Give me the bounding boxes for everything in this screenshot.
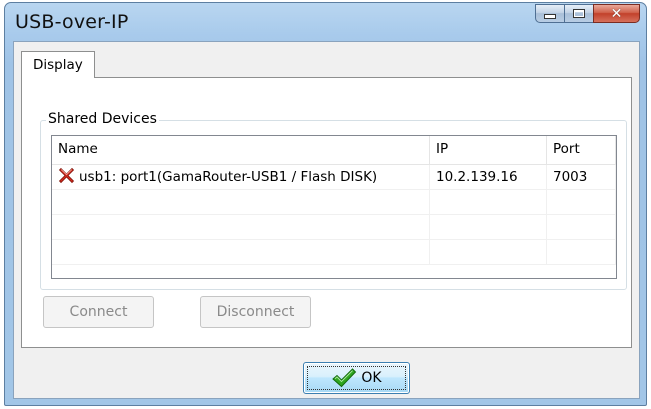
empty-row	[52, 215, 616, 240]
empty-cell	[430, 240, 547, 264]
column-header-ip[interactable]: IP	[430, 136, 547, 164]
empty-row	[52, 240, 616, 265]
empty-cell	[52, 215, 430, 239]
column-header-name[interactable]: Name	[52, 136, 430, 164]
empty-cell	[547, 190, 616, 214]
window-title: USB-over-IP	[15, 11, 129, 33]
empty-cell	[52, 190, 430, 214]
connect-button[interactable]: Connect	[43, 296, 154, 328]
close-button[interactable]: ✕	[593, 4, 640, 23]
column-header-port[interactable]: Port	[547, 136, 616, 164]
empty-cell	[547, 240, 616, 264]
device-port-cell: 7003	[547, 165, 616, 189]
tab-display[interactable]: Display	[21, 51, 95, 78]
device-name-cell: usb1: port1(GamaRouter-USB1 / Flash DISK…	[52, 165, 430, 189]
list-header: Name IP Port	[52, 136, 616, 165]
shared-devices-list[interactable]: Name IP Port usb1: port1(GamaRouter-USB1…	[51, 135, 617, 279]
disconnect-button[interactable]: Disconnect	[200, 296, 311, 328]
empty-cell	[430, 215, 547, 239]
close-icon: ✕	[610, 5, 623, 22]
display-tab-panel: Shared Devices Name IP Port usb1: port1(…	[21, 77, 632, 348]
empty-cell	[430, 190, 547, 214]
device-name: usb1: port1(GamaRouter-USB1 / Flash DISK…	[79, 169, 378, 185]
title-bar[interactable]: USB-over-IP ✕	[5, 3, 646, 41]
table-row[interactable]: usb1: port1(GamaRouter-USB1 / Flash DISK…	[52, 165, 616, 190]
dialog-client-area: Display Shared Devices Name IP Port usb1…	[13, 41, 640, 399]
minimize-button[interactable]	[535, 4, 565, 23]
caption-buttons: ✕	[535, 4, 640, 23]
ok-button-label: OK	[361, 370, 382, 386]
red-x-icon	[58, 167, 75, 184]
maximize-icon	[573, 9, 585, 18]
empty-row	[52, 190, 616, 215]
filler-cell	[616, 165, 617, 189]
device-ip-cell: 10.2.139.16	[430, 165, 547, 189]
shared-devices-group: Shared Devices Name IP Port usb1: port1(…	[40, 111, 627, 290]
column-header-filler	[616, 136, 617, 164]
minimize-icon	[544, 14, 556, 19]
empty-cell	[52, 240, 430, 264]
maximize-button[interactable]	[564, 4, 594, 23]
main-window: USB-over-IP ✕ Display Shared Devices Nam…	[4, 2, 647, 406]
checkmark-icon	[332, 368, 357, 388]
shared-devices-label: Shared Devices	[46, 111, 159, 127]
ok-button[interactable]: OK	[303, 362, 410, 394]
empty-cell	[547, 215, 616, 239]
